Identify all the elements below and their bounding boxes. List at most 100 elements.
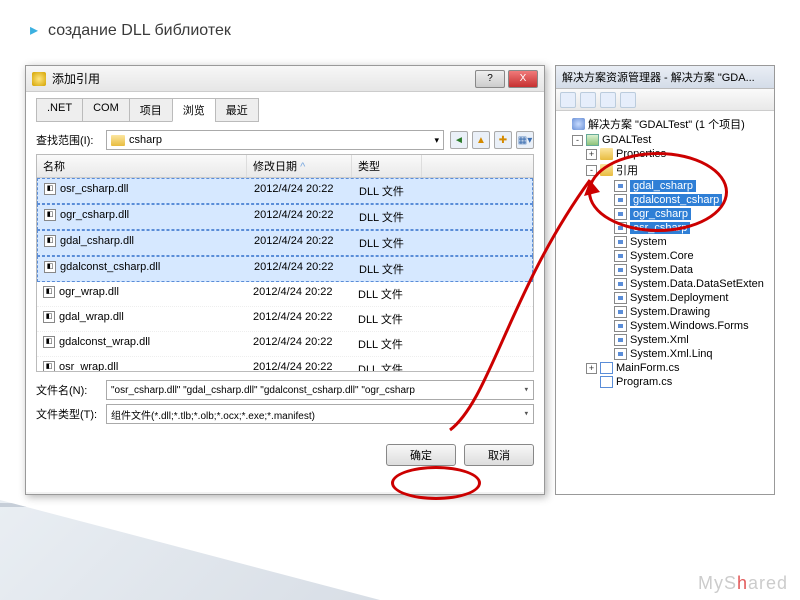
tree-label: System.Data.DataSetExten — [630, 278, 764, 290]
toolbar-btn-3[interactable] — [600, 92, 616, 108]
file-row[interactable]: ◧ogr_wrap.dll2012/4/24 20:22DLL 文件 — [37, 282, 533, 307]
file-row[interactable]: ◧gdal_csharp.dll2012/4/24 20:22DLL 文件 — [37, 230, 533, 256]
sol-icon — [572, 118, 585, 130]
expand-icon — [558, 119, 569, 130]
tree-node[interactable]: System.Xml — [558, 333, 772, 347]
expand-icon — [600, 349, 611, 360]
file-row[interactable]: ◧ogr_csharp.dll2012/4/24 20:22DLL 文件 — [37, 204, 533, 230]
col-date[interactable]: 修改日期 ^ — [247, 155, 352, 177]
expand-icon — [586, 377, 597, 388]
tab-bar: .NETCOM项目浏览最近 — [36, 98, 534, 122]
file-list: 名称 修改日期 ^ 类型 ◧osr_csharp.dll2012/4/24 20… — [36, 154, 534, 372]
toolbar-btn-1[interactable] — [560, 92, 576, 108]
dialog-title: 添加引用 — [52, 70, 100, 87]
help-button[interactable]: ? — [475, 70, 505, 88]
slide-decoration — [0, 500, 380, 600]
tree-label: osr_csharp — [630, 222, 690, 234]
tree-node[interactable]: System.Core — [558, 249, 772, 263]
file-name-label: 文件名(N): — [36, 382, 106, 398]
file-row[interactable]: ◧osr_wrap.dll2012/4/24 20:22DLL 文件 — [37, 357, 533, 372]
file-type-combo[interactable]: 组件文件(*.dll;*.tlb;*.olb;*.ocx;*.exe;*.man… — [106, 404, 534, 424]
tab-浏览[interactable]: 浏览 — [172, 98, 216, 122]
expand-icon[interactable]: + — [586, 149, 597, 160]
dialog-icon — [32, 72, 46, 86]
slide-title: создание DLL библиотек — [30, 20, 231, 40]
look-in-combo[interactable]: csharp ▾ — [106, 130, 444, 150]
look-in-value: csharp — [129, 134, 162, 146]
proj-icon — [586, 134, 599, 146]
dll-icon: ◧ — [44, 183, 56, 195]
file-name-input[interactable]: "osr_csharp.dll" "gdal_csharp.dll" "gdal… — [106, 380, 534, 400]
expand-icon[interactable]: - — [586, 165, 597, 176]
tab-最近[interactable]: 最近 — [215, 98, 259, 122]
dll-icon: ◧ — [44, 261, 56, 273]
expand-icon[interactable]: + — [586, 363, 597, 374]
tree-label: MainForm.cs — [616, 362, 680, 374]
tree-label: 引用 — [616, 162, 638, 178]
tree-label: ogr_csharp — [630, 208, 691, 220]
folder-icon — [600, 164, 613, 176]
dll-icon: ◧ — [43, 361, 55, 372]
col-type[interactable]: 类型 — [352, 155, 422, 177]
file-row[interactable]: ◧osr_csharp.dll2012/4/24 20:22DLL 文件 — [37, 178, 533, 204]
tab-项目[interactable]: 项目 — [129, 98, 173, 122]
tab-.net[interactable]: .NET — [36, 98, 83, 122]
tree-node[interactable]: System.Windows.Forms — [558, 319, 772, 333]
back-icon[interactable]: ◄ — [450, 131, 468, 149]
up-icon[interactable]: ▲ — [472, 131, 490, 149]
tree-label: System.Deployment — [630, 292, 728, 304]
expand-icon — [600, 195, 611, 206]
tree-label: System.Drawing — [630, 306, 710, 318]
tab-com[interactable]: COM — [82, 98, 130, 122]
tree-node[interactable]: gdalconst_csharp — [558, 193, 772, 207]
col-name[interactable]: 名称 — [37, 155, 247, 177]
tree-label: Program.cs — [616, 376, 672, 388]
toolbar-btn-2[interactable] — [580, 92, 596, 108]
folder-icon — [111, 135, 125, 146]
tree-node[interactable]: gdal_csharp — [558, 179, 772, 193]
dll-icon: ◧ — [43, 336, 55, 348]
tree-node[interactable]: Program.cs — [558, 375, 772, 389]
ref-icon — [614, 222, 627, 234]
cancel-button[interactable]: 取消 — [464, 444, 534, 466]
file-list-header[interactable]: 名称 修改日期 ^ 类型 — [37, 155, 533, 178]
tree-node[interactable]: 解决方案 "GDALTest" (1 个项目) — [558, 115, 772, 133]
file-row[interactable]: ◧gdalconst_wrap.dll2012/4/24 20:22DLL 文件 — [37, 332, 533, 357]
expand-icon[interactable]: - — [572, 135, 583, 146]
tree-label: System.Data — [630, 264, 693, 276]
new-folder-icon[interactable]: ✚ — [494, 131, 512, 149]
expand-icon — [600, 307, 611, 318]
ref-icon — [614, 334, 627, 346]
tree-label: gdalconst_csharp — [630, 194, 722, 206]
ok-button[interactable]: 确定 — [386, 444, 456, 466]
ref-icon — [614, 194, 627, 206]
expand-icon — [600, 335, 611, 346]
cs-icon — [600, 362, 613, 374]
solution-explorer-title: 解决方案资源管理器 - 解决方案 "GDA... — [556, 66, 774, 89]
tree-node[interactable]: System.Deployment — [558, 291, 772, 305]
tree-label: System.Core — [630, 250, 694, 262]
dialog-titlebar[interactable]: 添加引用 ? X — [26, 66, 544, 92]
solution-tree: 解决方案 "GDALTest" (1 个项目)-GDALTest+Propert… — [556, 111, 774, 393]
tree-node[interactable]: + MainForm.cs — [558, 361, 772, 375]
tree-node[interactable]: System.Data.DataSetExten — [558, 277, 772, 291]
tree-node[interactable]: - 引用 — [558, 161, 772, 179]
tree-node[interactable]: osr_csharp — [558, 221, 772, 235]
look-in-label: 查找范围(I): — [36, 132, 106, 148]
file-row[interactable]: ◧gdal_wrap.dll2012/4/24 20:22DLL 文件 — [37, 307, 533, 332]
tree-node[interactable]: -GDALTest — [558, 133, 772, 147]
dll-icon: ◧ — [43, 311, 55, 323]
toolbar-btn-4[interactable] — [620, 92, 636, 108]
file-row[interactable]: ◧gdalconst_csharp.dll2012/4/24 20:22DLL … — [37, 256, 533, 282]
view-menu-icon[interactable]: ▦▾ — [516, 131, 534, 149]
tree-node[interactable]: System.Data — [558, 263, 772, 277]
tree-node[interactable]: ogr_csharp — [558, 207, 772, 221]
ref-icon — [614, 292, 627, 304]
tree-node[interactable]: System.Xml.Linq — [558, 347, 772, 361]
close-button[interactable]: X — [508, 70, 538, 88]
tree-node[interactable]: System.Drawing — [558, 305, 772, 319]
ref-icon — [614, 208, 627, 220]
tree-node[interactable]: System — [558, 235, 772, 249]
ref-icon — [614, 236, 627, 248]
tree-node[interactable]: +Properties — [558, 147, 772, 161]
